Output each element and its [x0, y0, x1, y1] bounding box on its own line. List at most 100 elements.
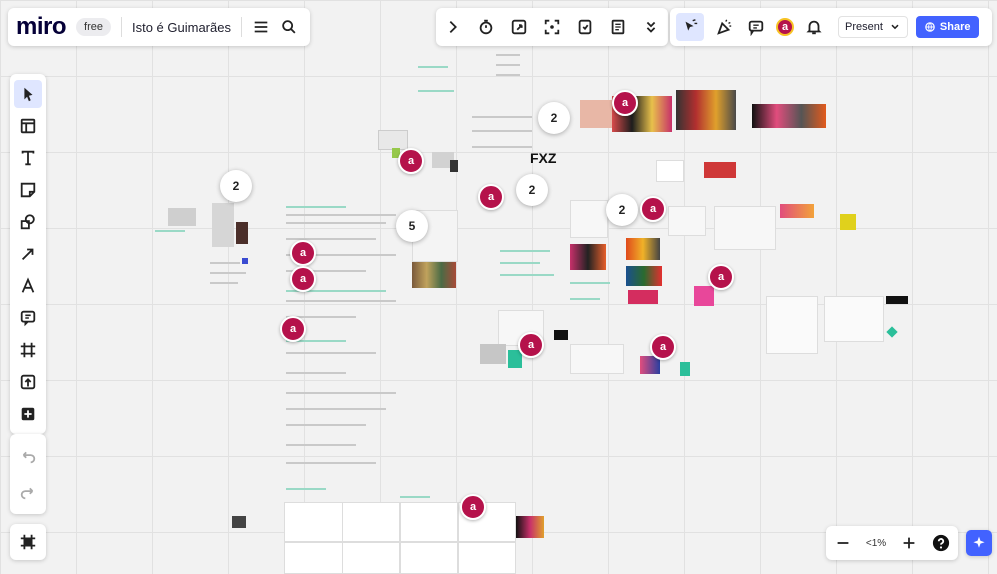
cluster-count[interactable]: 2 [606, 194, 638, 226]
board-image [378, 130, 408, 150]
board-image [242, 258, 248, 264]
frames-panel-button[interactable] [10, 524, 46, 560]
board-image [232, 516, 246, 528]
search-icon[interactable] [280, 18, 298, 36]
board-card [656, 160, 684, 182]
collaborator-cursor: a [708, 264, 734, 290]
bottom-card [284, 542, 344, 574]
board-image [704, 162, 736, 178]
board-card [766, 296, 818, 354]
divider [120, 17, 122, 37]
bell-icon[interactable] [802, 18, 826, 36]
board-image [628, 290, 658, 304]
user-avatar[interactable]: a [776, 18, 794, 36]
board-image [212, 203, 234, 247]
globe-icon [925, 22, 935, 32]
collaborator-cursor: a [612, 90, 638, 116]
more-apps-icon[interactable] [14, 400, 42, 428]
bottom-card [284, 502, 344, 542]
board-image [168, 208, 196, 226]
comment-icon[interactable] [14, 304, 42, 332]
board-image [886, 296, 908, 304]
share-screen-icon[interactable] [510, 18, 528, 36]
celebrate-icon[interactable] [712, 18, 736, 36]
board-name[interactable]: Isto é Guimarães [132, 20, 231, 35]
bottom-card [342, 502, 400, 542]
notes-icon[interactable] [609, 18, 627, 36]
plan-badge[interactable]: free [76, 18, 111, 36]
board-image [570, 244, 606, 270]
collaborator-cursor: a [280, 316, 306, 342]
bottom-card [458, 542, 516, 574]
redo-icon[interactable] [14, 476, 42, 508]
share-button[interactable]: Share [915, 16, 979, 38]
text-tool-icon[interactable] [14, 144, 42, 172]
focus-icon[interactable] [543, 18, 561, 36]
present-label: Present [845, 21, 883, 33]
board-card [570, 344, 624, 374]
history-toolbar [10, 434, 46, 514]
connector-arrow-icon[interactable] [14, 240, 42, 268]
shapes-icon[interactable] [14, 208, 42, 236]
board-image [676, 90, 736, 130]
zoom-in-icon[interactable] [900, 534, 918, 552]
voting-icon[interactable] [576, 18, 594, 36]
board-image [412, 262, 456, 288]
collaborator-cursor: a [290, 240, 316, 266]
board-image [450, 160, 458, 172]
templates-icon[interactable] [14, 112, 42, 140]
pen-icon[interactable] [14, 272, 42, 300]
frames-icon [19, 533, 37, 551]
share-label: Share [939, 21, 971, 33]
timer-icon[interactable] [477, 18, 495, 36]
sticky-note-icon[interactable] [14, 176, 42, 204]
zoom-level[interactable]: <1% [866, 538, 886, 549]
zoom-out-icon[interactable] [834, 534, 852, 552]
board-image [626, 266, 662, 286]
left-toolbar [10, 74, 46, 434]
menu-icon[interactable] [252, 18, 270, 36]
present-button[interactable]: Present [838, 16, 908, 38]
sparkle-icon [971, 535, 987, 551]
board-image [780, 204, 814, 218]
header-bar: miro free Isto é Guimarães [8, 8, 310, 46]
help-icon[interactable] [932, 534, 950, 552]
collaborator-cursor: a [398, 148, 424, 174]
board-card [570, 200, 608, 238]
cluster-count[interactable]: 2 [220, 170, 252, 202]
board-image [626, 238, 660, 260]
board-image [554, 330, 568, 340]
upload-icon[interactable] [14, 368, 42, 396]
board-image [694, 286, 714, 306]
comments-icon[interactable] [744, 18, 768, 36]
board-image [840, 214, 856, 230]
collaborator-cursor: a [460, 494, 486, 520]
collaborator-cursor: a [650, 334, 676, 360]
reactions-cursor-icon[interactable] [676, 13, 704, 41]
chevron-down-icon[interactable] [889, 21, 901, 33]
undo-icon[interactable] [14, 440, 42, 472]
board-image [580, 100, 612, 128]
miro-logo[interactable]: miro [16, 13, 67, 41]
assistant-button[interactable] [966, 530, 992, 556]
board-card [824, 296, 884, 342]
chevron-right-icon[interactable] [444, 18, 462, 36]
collaborator-cursor: a [518, 332, 544, 358]
board-canvas[interactable]: FXZ 2 2 2 2 5 a a a a a a a a a a a [0, 0, 997, 574]
double-chevron-down-icon[interactable] [642, 18, 660, 36]
cluster-count[interactable]: 2 [538, 102, 570, 134]
top-actions: a Present Share [670, 8, 992, 46]
bottom-card [400, 542, 458, 574]
board-card [714, 206, 776, 250]
board-image [516, 516, 544, 538]
teal-star [886, 326, 898, 338]
bottom-card [342, 542, 400, 574]
cluster-count[interactable]: 2 [516, 174, 548, 206]
frame-icon[interactable] [14, 336, 42, 364]
collaboration-toolbar [436, 8, 668, 46]
select-tool-icon[interactable] [14, 80, 42, 108]
board-image [752, 104, 826, 128]
collaborator-cursor: a [478, 184, 504, 210]
cluster-count[interactable]: 5 [396, 210, 428, 242]
board-image [236, 222, 248, 244]
